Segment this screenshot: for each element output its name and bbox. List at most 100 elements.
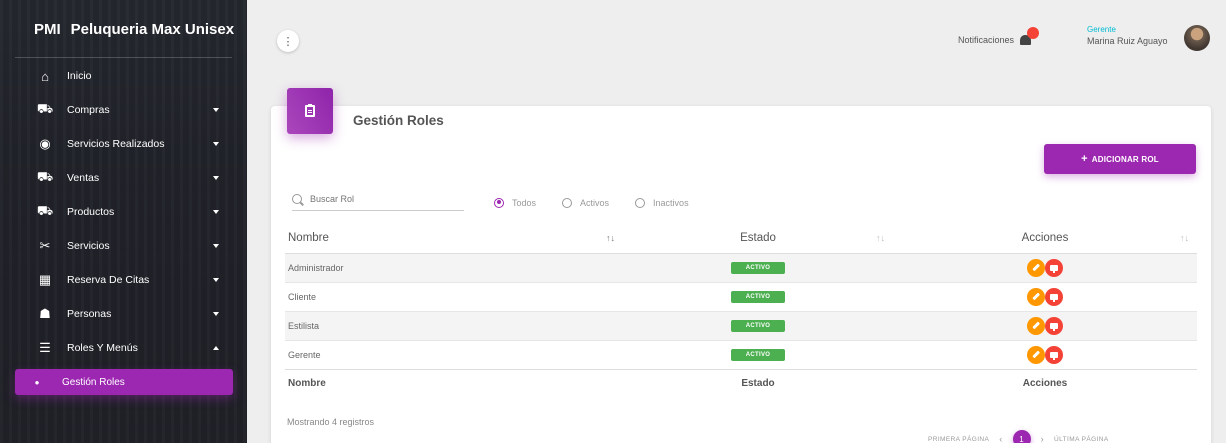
sidebar-item-label: Personas	[67, 308, 112, 320]
sidebar-item-personas[interactable]: ☗ Personas	[0, 297, 247, 331]
sort-asc-icon: ↑↓	[606, 233, 615, 243]
sidebar-item-gestion-roles[interactable]: ● Gestión Roles	[15, 369, 233, 395]
column-label: Estado	[740, 232, 776, 245]
sidebar-item-reserva-de-citas[interactable]: ▦ Reserva De Citas	[0, 263, 247, 297]
caret-down-icon	[213, 312, 219, 316]
sidebar-item-label: Roles Y Menús	[67, 342, 138, 354]
deactivate-button[interactable]	[1045, 316, 1063, 335]
notifications-button[interactable]: Notificaciones	[958, 27, 1040, 47]
table-row: Cliente ACTIVO	[285, 281, 1197, 311]
user-role: Gerente	[1087, 25, 1116, 34]
brand[interactable]: PMI Peluqueria Max Unisex	[0, 0, 247, 58]
sidebar-item-label: Productos	[67, 206, 115, 218]
caret-down-icon	[213, 108, 219, 112]
filters: Todos Activos Inactivos	[292, 194, 689, 211]
dot-icon: ●	[34, 377, 40, 387]
role-name: Administrador	[285, 252, 623, 282]
brand-short: PMI	[34, 20, 61, 38]
product-cart-icon: ⛟	[36, 203, 54, 218]
table-row: Estilista ACTIVO	[285, 310, 1197, 340]
table-footer-row: Nombre Estado Acciones	[285, 368, 1197, 398]
radio-checked-icon	[494, 197, 504, 208]
notifications-label: Notificaciones	[958, 35, 1015, 45]
footer-estado: Estado	[623, 368, 893, 398]
sidebar-item-ventas[interactable]: ⛟ Ventas	[0, 161, 247, 195]
column-label: Nombre	[288, 232, 329, 245]
sidebar-item-productos[interactable]: ⛟ Productos	[0, 195, 247, 229]
notifications-badge	[1027, 27, 1040, 39]
first-page-link[interactable]: PRIMERA PÁGINA	[928, 436, 989, 443]
filter-radio-todos[interactable]: Todos	[494, 197, 537, 208]
sidebar-nav: ⌂ Inicio ⛟ Compras ◉ Servicios Realizado…	[0, 59, 247, 395]
column-label: Acciones	[1021, 232, 1069, 245]
plus-icon: +	[1081, 153, 1088, 165]
caret-down-icon	[213, 278, 219, 282]
radio-unchecked-icon	[635, 197, 646, 208]
caret-down-icon	[213, 142, 219, 146]
menu-toggle-button[interactable]: ⋮	[277, 30, 299, 52]
edit-button[interactable]	[1027, 287, 1045, 306]
prev-page-icon[interactable]: ‹	[999, 434, 1002, 443]
search-icon	[292, 194, 302, 204]
roles-table: Nombre ↑↓ Estado ↑↓ Acciones ↑↓ Administ…	[285, 224, 1197, 398]
page-button-current[interactable]: 1	[1012, 430, 1031, 443]
radio-unchecked-icon	[562, 197, 573, 208]
cart-icon: ⛟	[36, 101, 54, 116]
sort-icon: ↑↓	[876, 233, 885, 243]
brand-name: Peluqueria Max Unisex	[70, 20, 235, 38]
sort-icon: ↑↓	[1180, 233, 1189, 243]
filter-radio-activos[interactable]: Activos	[562, 197, 610, 208]
column-header-estado[interactable]: Estado ↑↓	[623, 224, 893, 254]
role-name: Estilista	[285, 310, 623, 340]
sidebar-item-label: Ventas	[67, 172, 100, 184]
roles-card: Gestión Roles + ADICIONAR ROL Todos Acti…	[271, 88, 1211, 443]
avatar[interactable]	[1184, 25, 1210, 51]
thumbs-down-icon	[1050, 293, 1058, 302]
sidebar-item-label: Servicios Realizados	[67, 138, 165, 150]
gauge-icon: ◉	[39, 136, 51, 151]
page-title: Gestión Roles	[353, 113, 444, 128]
table-row: Gerente ACTIVO	[285, 339, 1197, 369]
footer-acciones: Acciones	[893, 368, 1197, 398]
column-header-nombre[interactable]: Nombre ↑↓	[285, 224, 623, 254]
filter-radio-inactivos[interactable]: Inactivos	[635, 197, 689, 208]
caret-down-icon	[213, 210, 219, 214]
status-badge: ACTIVO	[731, 349, 785, 361]
sidebar-item-servicios-realizados[interactable]: ◉ Servicios Realizados	[0, 127, 247, 161]
filter-label: Activos	[580, 197, 610, 208]
pencil-icon	[1032, 321, 1040, 330]
sidebar-item-label: Servicios	[67, 240, 110, 252]
column-header-acciones[interactable]: Acciones ↑↓	[893, 224, 1197, 254]
status-badge: ACTIVO	[731, 291, 785, 303]
search-input[interactable]	[310, 194, 450, 204]
sidebar-item-roles-y-menus[interactable]: ☰ Roles Y Menús	[0, 331, 247, 365]
list-icon: ☰	[39, 340, 51, 355]
last-page-link[interactable]: ÚLTIMA PÁGINA	[1054, 436, 1109, 443]
edit-button[interactable]	[1027, 316, 1045, 335]
deactivate-button[interactable]	[1045, 258, 1063, 277]
filter-label: Todos	[512, 197, 537, 208]
table-header-row: Nombre ↑↓ Estado ↑↓ Acciones ↑↓	[285, 224, 1197, 254]
deactivate-button[interactable]	[1045, 345, 1063, 364]
next-page-icon[interactable]: ›	[1041, 434, 1044, 443]
bell-icon	[1018, 27, 1040, 47]
edit-button[interactable]	[1027, 345, 1045, 364]
deactivate-button[interactable]	[1045, 287, 1063, 306]
caret-down-icon	[213, 244, 219, 248]
user-info[interactable]: Gerente Marina Ruiz Aguayo	[1087, 25, 1168, 46]
sidebar-item-label: Inicio	[67, 70, 92, 82]
add-role-button[interactable]: + ADICIONAR ROL	[1044, 144, 1196, 174]
sidebar: PMI Peluqueria Max Unisex ⌂ Inicio ⛟ Com…	[0, 0, 247, 443]
sidebar-item-compras[interactable]: ⛟ Compras	[0, 93, 247, 127]
edit-button[interactable]	[1027, 258, 1045, 277]
pencil-icon	[1032, 292, 1040, 301]
sidebar-item-inicio[interactable]: ⌂ Inicio	[0, 59, 247, 93]
pencil-icon	[1032, 263, 1040, 272]
sidebar-item-servicios[interactable]: ✂ Servicios	[0, 229, 247, 263]
filter-label: Inactivos	[653, 197, 689, 208]
calendar-icon: ▦	[38, 272, 52, 287]
more-vertical-icon: ⋮	[282, 35, 294, 48]
pagination: PRIMERA PÁGINA ‹ 1 › ÚLTIMA PÁGINA	[928, 430, 1109, 443]
sidebar-item-label: Gestión Roles	[62, 376, 125, 388]
thumbs-down-icon	[1050, 264, 1058, 273]
